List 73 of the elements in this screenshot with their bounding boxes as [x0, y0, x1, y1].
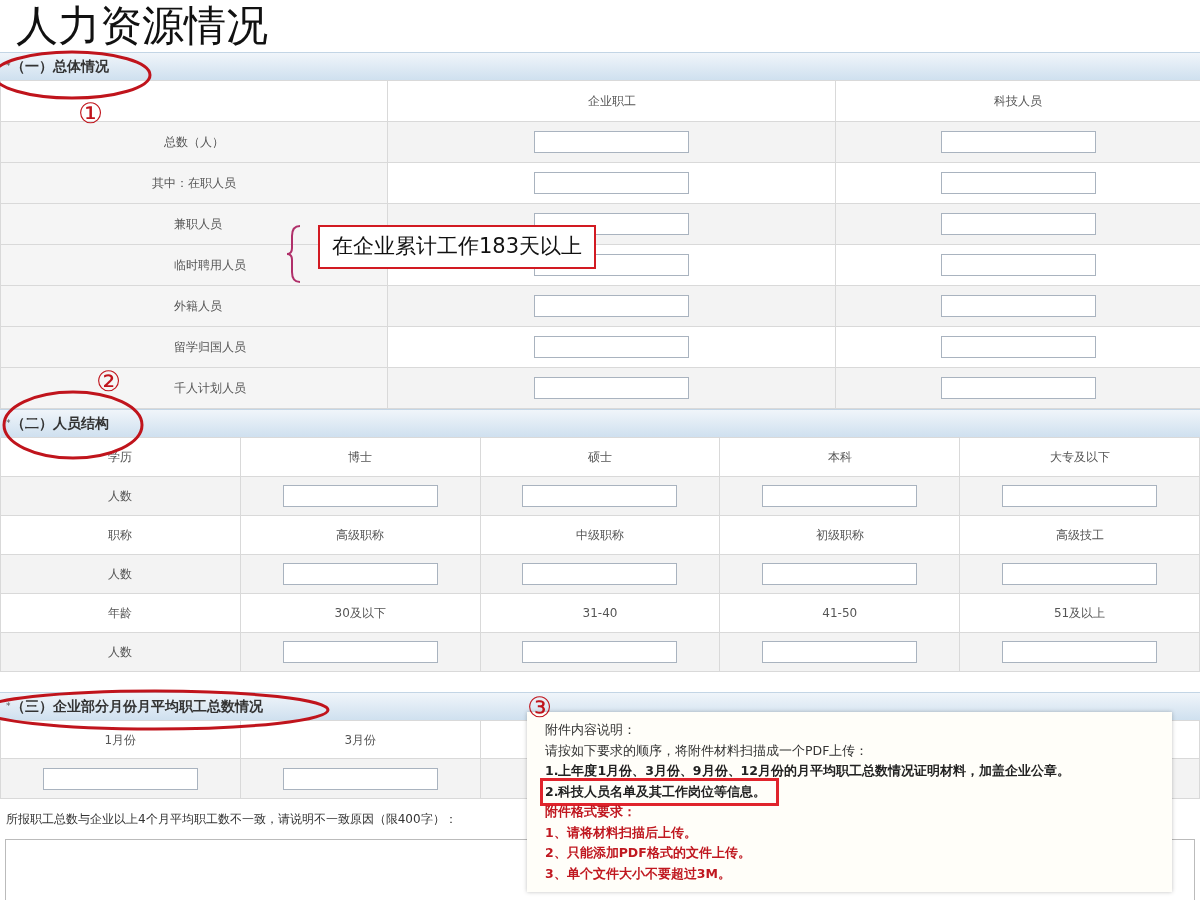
row-label: 留学归国人员 — [174, 340, 246, 354]
row-label: 年龄 — [108, 606, 133, 620]
number-input[interactable] — [534, 295, 689, 317]
column-header: 初级职称 — [815, 528, 864, 542]
required-mark: * — [6, 417, 11, 430]
number-input[interactable] — [940, 336, 1096, 358]
tooltip-line: 1、请将材料扫描后上传。 — [545, 824, 697, 840]
number-input[interactable] — [762, 641, 918, 663]
column-header: 30及以下 — [334, 606, 386, 620]
row-label: 千人计划人员 — [174, 381, 246, 395]
column-header: 31-40 — [582, 606, 618, 620]
row-label: 外籍人员 — [174, 299, 222, 313]
tooltip-line: 1.上年度1月份、3月份、9月份、12月份的月平均职工总数情况证明材料，加盖企业公章。 — [545, 763, 1070, 778]
column-header: 51及以上 — [1053, 606, 1106, 620]
column-header: 3月份 — [344, 732, 376, 747]
number-input[interactable] — [762, 563, 918, 585]
number-input[interactable] — [1002, 485, 1158, 507]
step-number: ① — [78, 100, 104, 128]
number-input[interactable] — [1002, 563, 1158, 585]
row-label: 职称 — [108, 528, 133, 542]
column-header: 1月份 — [104, 732, 137, 747]
step-number: ③ — [527, 694, 553, 722]
row-label: 其中：在职人员 — [152, 176, 236, 190]
number-input[interactable] — [1002, 641, 1158, 663]
row-label: 临时聘用人员 — [174, 258, 246, 272]
number-input[interactable] — [534, 336, 689, 358]
number-input[interactable] — [762, 485, 918, 507]
bracket-mark — [286, 224, 302, 284]
tooltip-line: 附件格式要求： — [545, 804, 636, 819]
tooltip-line: 2、只能添加PDF格式的文件上传。 — [545, 845, 751, 860]
number-input[interactable] — [940, 377, 1096, 399]
number-input[interactable] — [940, 131, 1096, 153]
number-input[interactable] — [522, 485, 678, 507]
form-note: 所报职工总数与企业以上4个月平均职工数不一致，请说明不一致原因（限400字）： — [6, 811, 457, 828]
number-input[interactable] — [534, 377, 689, 399]
number-input[interactable] — [282, 767, 438, 790]
column-header: 本科 — [827, 450, 852, 464]
column-header: 科技人员 — [994, 94, 1042, 108]
number-input[interactable] — [522, 641, 678, 663]
number-input[interactable] — [522, 563, 678, 585]
section-title: （三）企业部分月份月平均职工总数情况 — [10, 697, 263, 716]
required-mark: * — [6, 700, 11, 713]
number-input[interactable] — [282, 485, 438, 507]
column-header: 硕士 — [588, 450, 612, 464]
row-label: 人数 — [108, 567, 133, 581]
section-title: （二）人员结构 — [10, 414, 109, 433]
number-input[interactable] — [534, 172, 689, 194]
column-header: 高级职称 — [336, 528, 385, 542]
column-header: 企业职工 — [587, 94, 636, 108]
column-header: 中级职称 — [576, 528, 624, 542]
note-tooltip: 在企业累计工作183天以上 — [318, 225, 597, 269]
tooltip-line: 3、单个文件大小不要超过3M。 — [545, 865, 731, 881]
column-header: 大专及以下 — [1049, 450, 1110, 464]
number-input[interactable] — [282, 563, 438, 585]
number-input[interactable] — [534, 131, 689, 153]
number-input[interactable] — [940, 213, 1096, 235]
column-header: 高级技工 — [1055, 528, 1104, 542]
tooltip-line: 附件内容说明： — [545, 722, 636, 737]
page-title: 人力资源情况 — [15, 0, 269, 52]
number-input[interactable] — [42, 767, 198, 790]
row-label: 兼职人员 — [174, 217, 222, 231]
number-input[interactable] — [940, 295, 1096, 317]
number-input[interactable] — [940, 172, 1096, 194]
column-header: 41-50 — [822, 606, 858, 620]
number-input[interactable] — [940, 254, 1096, 276]
number-input[interactable] — [282, 641, 438, 663]
row-label: 总数（人） — [164, 135, 224, 149]
tooltip-line: 请按如下要求的顺序，将附件材料扫描成一个PDF上传： — [545, 742, 869, 758]
section-title: （一）总体情况 — [10, 57, 109, 76]
column-header: 博士 — [348, 450, 373, 464]
step-number: ② — [96, 368, 122, 396]
row-label: 人数 — [108, 645, 133, 659]
row-label: 人数 — [108, 489, 133, 503]
